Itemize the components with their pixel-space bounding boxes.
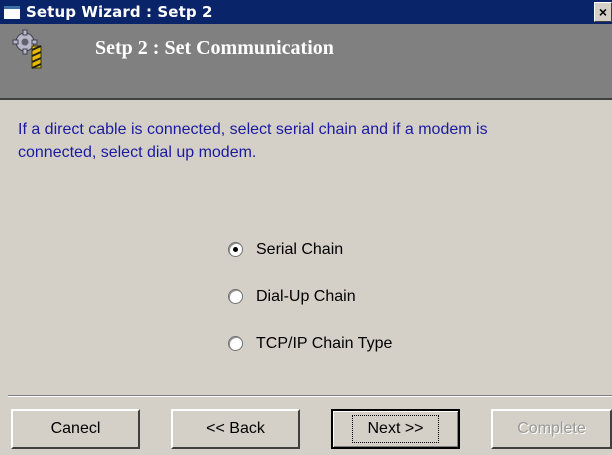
gear-wizard-icon: [12, 29, 42, 69]
cancel-button[interactable]: Canecl: [11, 409, 140, 449]
footer-divider: [8, 395, 612, 397]
wizard-header: Setp 2 : Set Communication: [0, 24, 612, 100]
complete-button: Complete: [491, 409, 612, 449]
cancel-button-label: Canecl: [50, 420, 101, 437]
title-bar[interactable]: Setup Wizard : Setp 2 ×: [0, 0, 612, 24]
chain-type-radio-group: Serial Chain Dial-Up Chain TCP/IP Chain …: [228, 226, 392, 367]
close-button[interactable]: ×: [594, 2, 612, 22]
next-button-label: Next >>: [352, 415, 439, 443]
next-button[interactable]: Next >>: [331, 409, 460, 449]
radio-dial-up-chain[interactable]: Dial-Up Chain: [228, 273, 392, 320]
radio-label[interactable]: TCP/IP Chain Type: [256, 335, 392, 353]
window-app-icon: [4, 5, 20, 19]
close-icon: ×: [598, 4, 608, 20]
instruction-text: If a direct cable is connected, select s…: [18, 121, 488, 161]
back-button[interactable]: << Back: [171, 409, 300, 449]
radio-label[interactable]: Serial Chain: [256, 241, 343, 259]
radio-unselected-icon[interactable]: [228, 336, 243, 351]
radio-unselected-icon[interactable]: [228, 289, 243, 304]
back-button-label: << Back: [206, 420, 265, 437]
radio-tcpip-chain-type[interactable]: TCP/IP Chain Type: [228, 320, 392, 367]
step-title: Setp 2 : Set Communication: [95, 37, 334, 59]
radio-label[interactable]: Dial-Up Chain: [256, 288, 356, 306]
window-title: Setup Wizard : Setp 2: [26, 3, 213, 21]
radio-selected-icon[interactable]: [228, 242, 243, 257]
radio-serial-chain[interactable]: Serial Chain: [228, 226, 392, 273]
complete-button-label: Complete: [517, 420, 586, 437]
